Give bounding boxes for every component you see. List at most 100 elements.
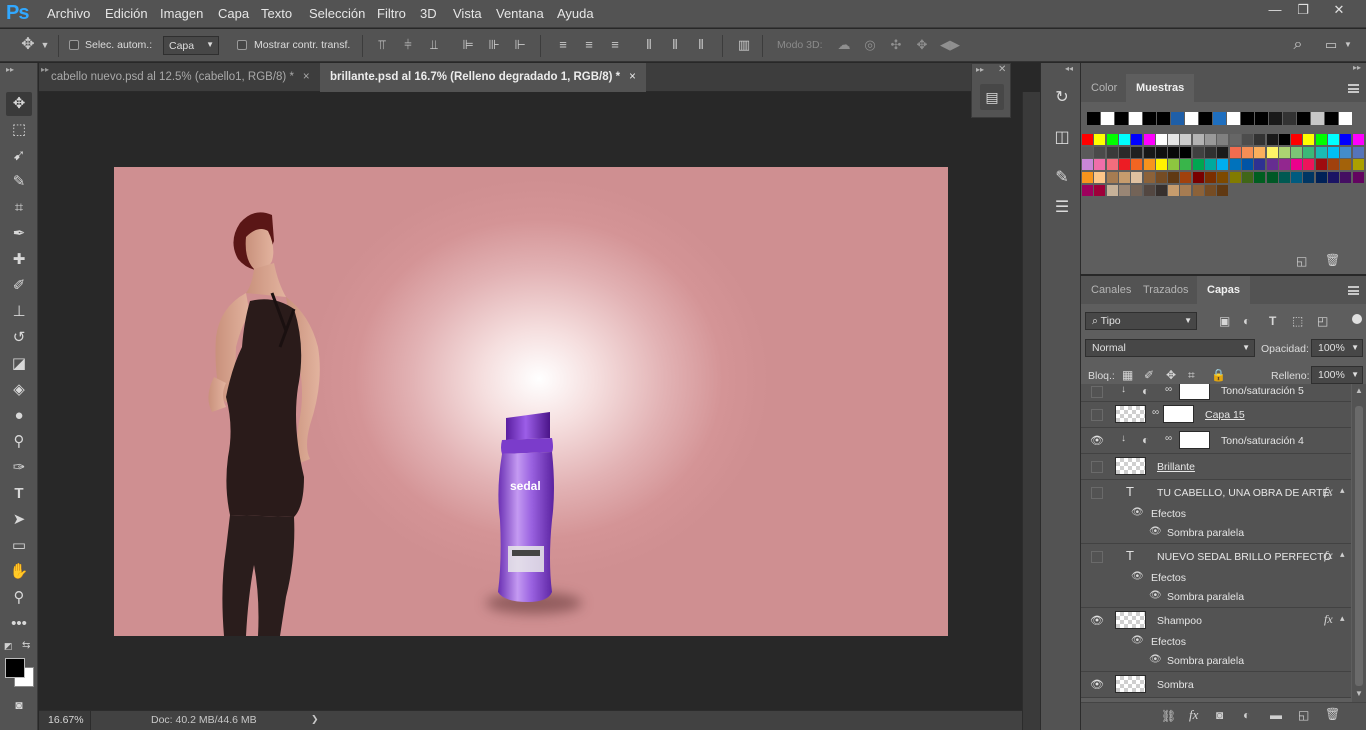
- swatch[interactable]: [1180, 134, 1192, 145]
- swatch[interactable]: [1129, 112, 1142, 125]
- blend-mode-select[interactable]: Normal ▼: [1085, 339, 1255, 357]
- filter-toggle[interactable]: [1352, 314, 1362, 324]
- auto-align-icon[interactable]: ▥: [736, 37, 752, 53]
- quick-select-tool-icon[interactable]: ✎: [6, 170, 32, 194]
- swatch[interactable]: [1227, 112, 1240, 125]
- swatch[interactable]: [1266, 134, 1278, 145]
- filter-pixel-icon[interactable]: ▣: [1219, 314, 1230, 328]
- swatch[interactable]: [1241, 172, 1253, 184]
- filter-smart-object-icon[interactable]: ◰: [1317, 314, 1328, 328]
- swatch[interactable]: [1143, 112, 1156, 125]
- chevron-down-icon[interactable]: ▼: [1343, 37, 1353, 53]
- brushes-icon[interactable]: ✎: [1051, 167, 1073, 189]
- healing-brush-tool-icon[interactable]: ✚: [6, 248, 32, 272]
- distribute-hcenter-icon[interactable]: ⦀: [667, 37, 683, 53]
- move-tool-icon[interactable]: ✥: [6, 92, 32, 116]
- collapse-icon[interactable]: ▸▸: [976, 65, 984, 74]
- swatch[interactable]: [1297, 112, 1310, 125]
- lock-position-icon[interactable]: ✥: [1166, 368, 1176, 382]
- new-group-icon[interactable]: ▬: [1270, 708, 1282, 722]
- eye-icon[interactable]: 👁: [1149, 654, 1162, 665]
- swatch[interactable]: [1340, 172, 1352, 184]
- add-mask-icon[interactable]: ◙: [1216, 708, 1223, 722]
- swatch[interactable]: [1213, 112, 1226, 125]
- swatch[interactable]: [1315, 134, 1327, 145]
- close-icon[interactable]: ✕: [998, 64, 1006, 75]
- swatch[interactable]: [1143, 159, 1155, 171]
- collapse-icon[interactable]: ▸▸: [6, 65, 14, 74]
- menu-ayuda[interactable]: Ayuda: [557, 6, 594, 21]
- menu-filtro[interactable]: Filtro: [377, 6, 406, 21]
- swatch[interactable]: [1291, 146, 1303, 158]
- tab-brillante[interactable]: brillante.psd al 16.7% (Relleno degradad…: [320, 63, 646, 92]
- restore-button[interactable]: ❐: [1288, 2, 1318, 22]
- foreground-color-swatch[interactable]: [5, 658, 25, 678]
- visibility-toggle[interactable]: [1091, 386, 1103, 398]
- history-icon[interactable]: ↻: [1051, 87, 1073, 109]
- chevron-down-icon[interactable]: ▼: [40, 37, 50, 53]
- swatch[interactable]: [1303, 146, 1315, 158]
- swatch[interactable]: [1217, 184, 1229, 196]
- layer-row[interactable]: 👁 Shampoo fx ▴ 👁 Efectos 👁 Sombra parale…: [1081, 608, 1351, 672]
- swatch[interactable]: [1192, 184, 1204, 196]
- adjustments-icon[interactable]: ◫: [1051, 127, 1073, 149]
- swatch[interactable]: [1254, 146, 1266, 158]
- swatch[interactable]: [1315, 172, 1327, 184]
- eye-icon[interactable]: 👁: [1149, 526, 1162, 537]
- swatch[interactable]: [1352, 172, 1364, 184]
- canvas-vertical-scrollbar[interactable]: [1022, 92, 1040, 730]
- collapse-icon[interactable]: ◂◂: [1065, 64, 1073, 73]
- scroll-up-icon[interactable]: ▲: [1355, 386, 1363, 395]
- close-icon[interactable]: ×: [629, 71, 636, 83]
- swatch[interactable]: [1328, 172, 1339, 184]
- move-tool-preset-icon[interactable]: ✥: [20, 37, 36, 53]
- swatch[interactable]: [1283, 112, 1296, 125]
- lock-all-icon[interactable]: 🔒: [1211, 368, 1226, 382]
- swatch[interactable]: [1082, 159, 1093, 171]
- swatch[interactable]: [1143, 172, 1155, 184]
- add-style-icon[interactable]: fx: [1189, 707, 1198, 723]
- eye-icon[interactable]: 👁: [1131, 635, 1144, 646]
- fx-icon[interactable]: fx: [1324, 612, 1333, 627]
- layer-row[interactable]: 👁 ↓ ◐ ∞ Tono/saturación 4: [1081, 428, 1351, 454]
- swatch[interactable]: [1266, 146, 1278, 158]
- swatch[interactable]: [1185, 112, 1198, 125]
- roll-3d-icon[interactable]: ◎: [862, 37, 878, 53]
- visibility-toggle[interactable]: [1091, 551, 1103, 563]
- workspace-icon[interactable]: ▭: [1323, 37, 1339, 53]
- quick-mask-icon[interactable]: ◙: [6, 693, 32, 717]
- swatch[interactable]: [1266, 172, 1278, 184]
- menu-capa[interactable]: Capa: [218, 6, 249, 21]
- layer-filter-select[interactable]: ⌕ Tipo ▼: [1085, 312, 1197, 330]
- eyedropper-tool-icon[interactable]: ✒: [6, 222, 32, 246]
- document-canvas[interactable]: sedal: [114, 167, 948, 636]
- swatch[interactable]: [1199, 112, 1212, 125]
- new-adjustment-icon[interactable]: ◐: [1243, 708, 1250, 722]
- marquee-tool-icon[interactable]: ⬚: [6, 118, 32, 142]
- swatch[interactable]: [1205, 184, 1216, 196]
- swatch[interactable]: [1082, 172, 1093, 184]
- swatch[interactable]: [1155, 172, 1167, 184]
- layer-row[interactable]: ↓ ◐ ∞ Tono/saturación 5: [1081, 384, 1351, 402]
- swatch[interactable]: [1254, 159, 1266, 171]
- lasso-tool-icon[interactable]: ➹: [6, 144, 32, 168]
- swatch[interactable]: [1168, 134, 1180, 145]
- layer-row[interactable]: ∞ Capa 15: [1081, 402, 1351, 428]
- new-layer-icon[interactable]: ◱: [1298, 708, 1309, 722]
- swatch[interactable]: [1143, 146, 1155, 158]
- align-left-icon[interactable]: ⊫: [460, 37, 476, 53]
- swatch[interactable]: [1155, 184, 1167, 196]
- swatch[interactable]: [1339, 112, 1352, 125]
- swatch[interactable]: [1205, 159, 1216, 171]
- stamp-tool-icon[interactable]: ⊥: [6, 300, 32, 324]
- pen-tool-icon[interactable]: ✑: [6, 456, 32, 480]
- swatch[interactable]: [1155, 159, 1167, 171]
- zoom-level-field[interactable]: 16.67%: [39, 711, 91, 730]
- fx-icon[interactable]: fx: [1324, 484, 1333, 499]
- zoom-tool-icon[interactable]: ⚲: [6, 586, 32, 610]
- lock-transparent-icon[interactable]: ▦: [1122, 368, 1133, 382]
- close-icon[interactable]: ×: [303, 71, 310, 83]
- swatch[interactable]: [1278, 134, 1290, 145]
- link-layers-icon[interactable]: ⛓: [1161, 709, 1176, 723]
- layer-name[interactable]: Sombra: [1157, 679, 1194, 691]
